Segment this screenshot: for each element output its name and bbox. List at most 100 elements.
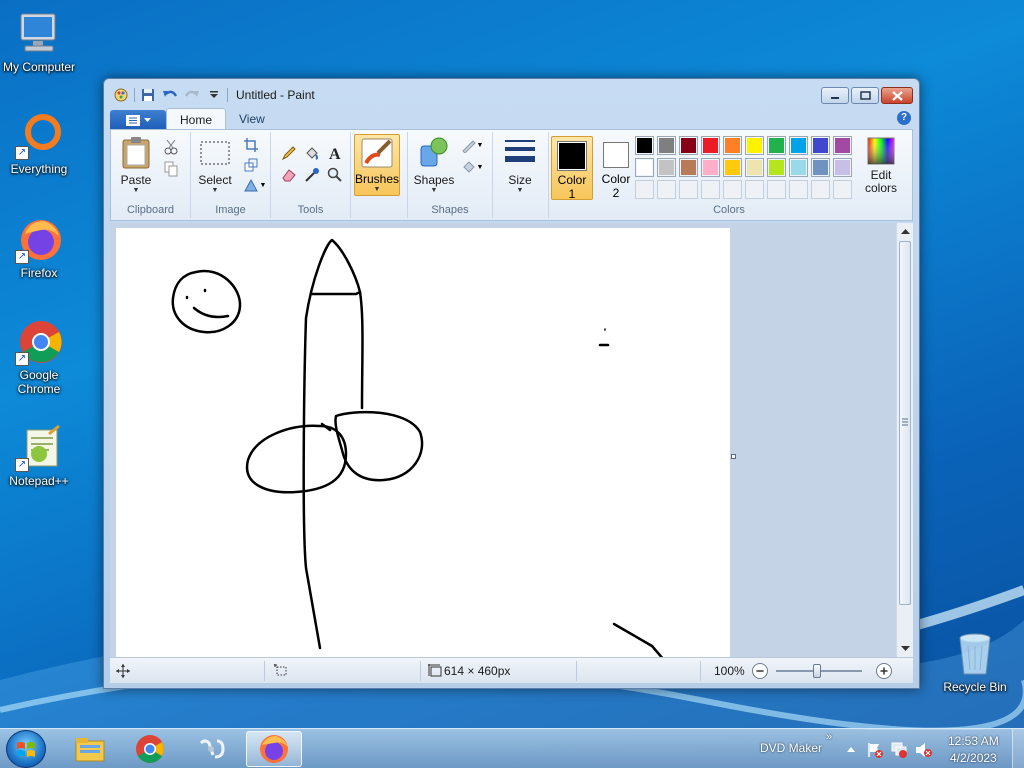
action-center-icon[interactable] [866, 741, 884, 759]
drawing-canvas[interactable] [116, 228, 730, 657]
rotate-icon[interactable]: ▼ [241, 176, 269, 194]
palette-swatch-empty[interactable] [657, 180, 676, 199]
network-icon[interactable] [890, 741, 908, 759]
palette-swatch-empty[interactable] [723, 180, 742, 199]
eraser-icon[interactable] [279, 166, 299, 184]
palette-swatch[interactable] [635, 136, 654, 155]
scrollbar-thumb[interactable] [899, 241, 911, 605]
paste-button[interactable]: Paste ▼ [115, 136, 157, 195]
canvas-resize-handle[interactable] [731, 454, 736, 459]
color-1-button[interactable]: Color 1 [551, 136, 593, 201]
show-desktop-button[interactable] [1012, 729, 1024, 768]
pencil-icon[interactable] [279, 144, 299, 162]
palette-swatch[interactable] [767, 136, 786, 155]
tray-toolbar-label[interactable]: DVD Maker [760, 741, 822, 755]
palette-swatch-empty[interactable] [745, 180, 764, 199]
palette-swatch[interactable] [789, 158, 808, 177]
palette-swatch-empty[interactable] [789, 180, 808, 199]
palette-swatch[interactable] [657, 158, 676, 177]
desktop-icon-recycle-bin[interactable]: Recycle Bin [936, 630, 1014, 694]
undo-icon[interactable] [161, 87, 179, 103]
magnifier-icon[interactable] [325, 166, 345, 184]
taskbar-app-3[interactable] [184, 731, 240, 767]
cursor-position-icon [116, 664, 130, 678]
palette-swatch[interactable] [745, 136, 764, 155]
zoom-in-button[interactable] [876, 663, 892, 679]
text-icon[interactable]: A [325, 144, 345, 162]
palette-swatch[interactable] [723, 136, 742, 155]
clock-date[interactable]: 4/2/2023 [950, 751, 997, 765]
save-icon[interactable] [139, 87, 157, 103]
start-button[interactable] [6, 730, 46, 768]
desktop-icon-notepad-plus-plus[interactable]: ↗ Notepad++ [0, 424, 78, 488]
palette-swatch[interactable] [657, 136, 676, 155]
palette-swatch[interactable] [811, 136, 830, 155]
palette-swatch[interactable] [833, 136, 852, 155]
palette-swatch[interactable] [745, 158, 764, 177]
paint-menu-button[interactable] [110, 110, 166, 130]
redo-icon[interactable] [183, 87, 201, 103]
paint-window[interactable]: Untitled - Paint Home View ? Paste ▼ Cli… [103, 78, 920, 689]
desktop-icon-firefox[interactable]: ↗ Firefox [0, 216, 78, 280]
taskbar-chrome[interactable] [122, 731, 178, 767]
color-picker-icon[interactable] [302, 166, 322, 184]
taskbar-explorer[interactable] [62, 731, 118, 767]
status-separator [420, 661, 421, 681]
fill-shape-icon[interactable]: ▼ [458, 158, 486, 176]
zoom-slider-thumb[interactable] [813, 664, 821, 678]
show-hidden-icons-icon[interactable] [846, 745, 856, 753]
cut-icon[interactable] [161, 138, 181, 156]
outline-icon[interactable]: ▼ [458, 136, 486, 154]
color-2-button[interactable]: Color 2 [595, 136, 637, 200]
resize-icon[interactable] [241, 156, 261, 174]
palette-swatch[interactable] [679, 136, 698, 155]
maximize-button[interactable] [851, 87, 879, 104]
desktop-icon-google-chrome[interactable]: ↗ Google Chrome [0, 318, 78, 396]
help-icon[interactable]: ? [897, 111, 911, 125]
vertical-scrollbar[interactable] [896, 223, 913, 657]
palette-swatch-empty[interactable] [767, 180, 786, 199]
chevron-down-icon: ▼ [516, 187, 524, 194]
zoom-out-button[interactable] [752, 663, 768, 679]
scroll-up-icon[interactable] [898, 225, 913, 239]
title-bar[interactable]: Untitled - Paint [104, 79, 919, 109]
tab-home[interactable]: Home [166, 108, 227, 130]
folder-icon [75, 738, 105, 762]
palette-swatch[interactable] [723, 158, 742, 177]
paint-app-icon[interactable] [112, 87, 130, 103]
minimize-button[interactable] [821, 87, 849, 104]
palette-swatch-empty[interactable] [679, 180, 698, 199]
scroll-down-icon[interactable] [898, 641, 913, 655]
palette-swatch[interactable] [833, 158, 852, 177]
close-button[interactable] [881, 87, 913, 104]
desktop-icon-everything[interactable]: ↗ Everything [0, 112, 78, 176]
palette-swatch[interactable] [701, 158, 720, 177]
fill-icon[interactable] [302, 144, 322, 162]
toolbar-overflow-icon[interactable]: » [826, 731, 832, 743]
palette-swatch[interactable] [811, 158, 830, 177]
clock-time[interactable]: 12:53 AM [948, 734, 999, 748]
volume-muted-icon[interactable] [914, 741, 932, 759]
palette-swatch-empty[interactable] [701, 180, 720, 199]
taskbar-firefox[interactable] [246, 731, 302, 767]
shapes-button[interactable]: Shapes ▼ [412, 136, 456, 195]
brushes-button[interactable]: Brushes ▼ [354, 134, 400, 196]
edit-colors-button[interactable]: Edit colors [859, 136, 903, 195]
select-button[interactable]: Select ▼ [193, 136, 237, 195]
palette-swatch[interactable] [789, 136, 808, 155]
copy-icon[interactable] [161, 160, 181, 178]
crop-icon[interactable] [241, 136, 261, 154]
palette-swatch[interactable] [635, 158, 654, 177]
zoom-slider[interactable] [776, 664, 862, 678]
palette-swatch[interactable] [767, 158, 786, 177]
palette-swatch-empty[interactable] [811, 180, 830, 199]
color-1-label: Color [557, 173, 587, 187]
tab-view[interactable]: View [226, 108, 278, 130]
palette-swatch-empty[interactable] [833, 180, 852, 199]
desktop-icon-my-computer[interactable]: My Computer [0, 10, 78, 74]
palette-swatch[interactable] [701, 136, 720, 155]
palette-swatch-empty[interactable] [635, 180, 654, 199]
size-button[interactable]: Size ▼ [499, 136, 541, 195]
palette-swatch[interactable] [679, 158, 698, 177]
customize-qat-icon[interactable] [205, 87, 223, 103]
